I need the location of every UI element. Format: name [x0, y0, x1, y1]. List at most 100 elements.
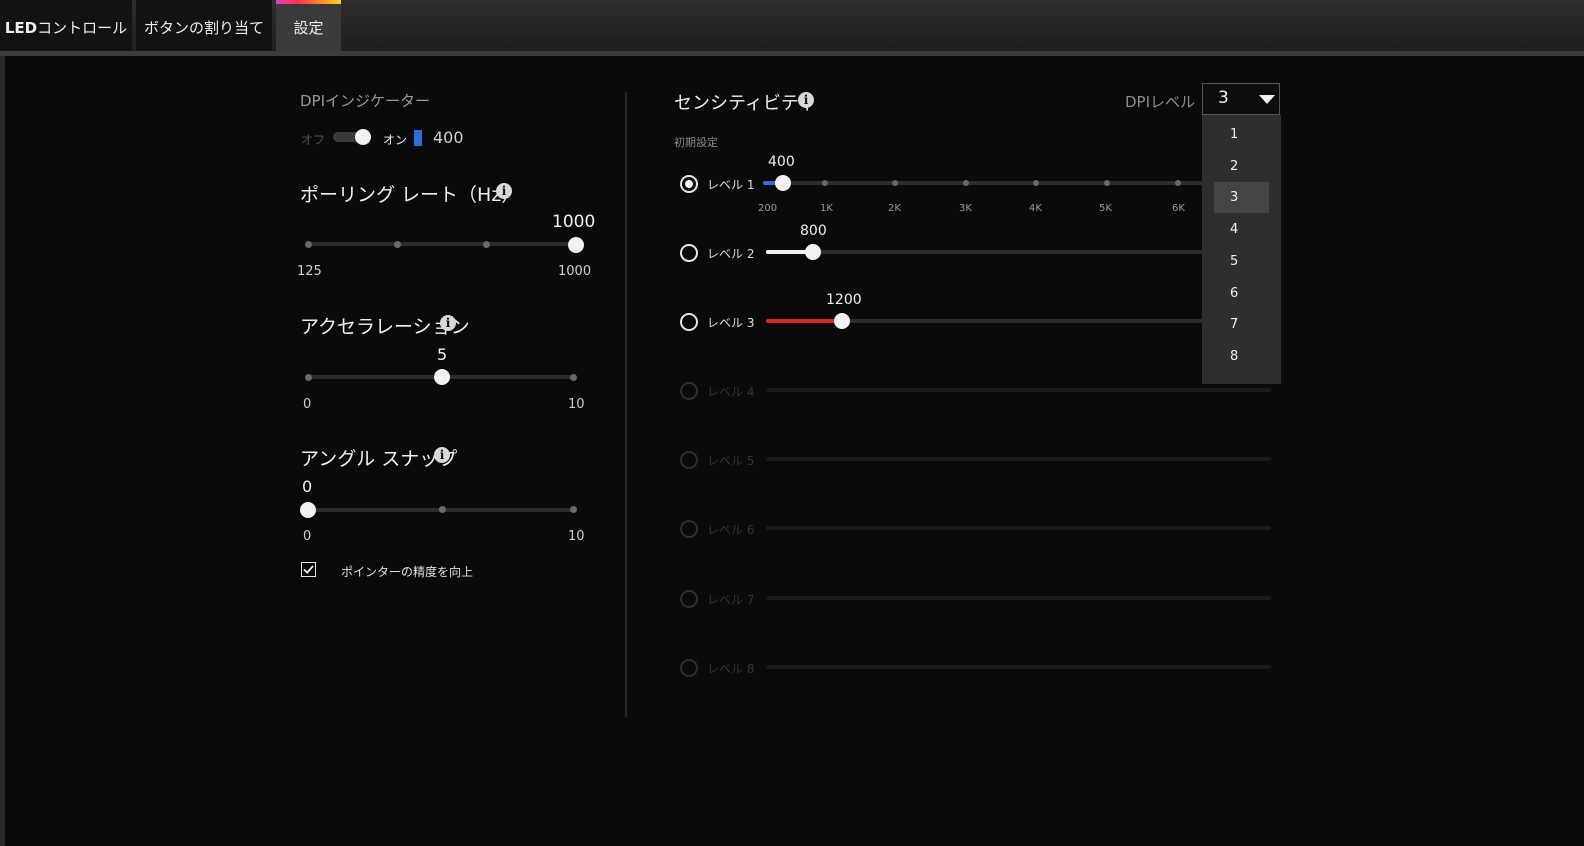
acceleration-min: 0	[303, 397, 312, 412]
dpi-indicator-title: DPIインジケーター	[300, 92, 431, 110]
polling-rate-stop	[394, 241, 401, 248]
level-3-value: 1200	[826, 292, 862, 308]
level-7-track	[766, 596, 1271, 600]
level-6-radio[interactable]	[680, 520, 698, 538]
dpi-level-selected-value: 3	[1218, 88, 1229, 108]
level-3-label: レベル 3	[707, 316, 755, 330]
level-7-radio[interactable]	[680, 590, 698, 608]
acceleration-info-icon[interactable]: i	[440, 315, 456, 331]
dpi-indicator-value: 400	[433, 128, 464, 147]
level-2-value: 800	[800, 223, 827, 239]
dpi-indicator-on-label: オン	[383, 133, 408, 147]
dpi-level-option-8[interactable]: 8	[1214, 341, 1269, 372]
tab-led-control[interactable]: LEDコントロール	[0, 0, 132, 52]
acceleration-max: 10	[568, 397, 585, 412]
level-4-radio[interactable]	[680, 382, 698, 400]
level-7-label: レベル 7	[707, 593, 755, 607]
sensitivity-info-icon[interactable]: i	[798, 92, 814, 108]
dpi-level-option-3[interactable]: 3	[1214, 182, 1269, 214]
angle-snap-value: 0	[302, 477, 313, 496]
tab-label: ボタンの割り当て	[143, 19, 264, 37]
level-3-fill	[766, 319, 842, 323]
acceleration-value: 5	[437, 345, 448, 364]
tab-settings[interactable]: 設定	[276, 0, 341, 52]
level-2-track[interactable]	[766, 250, 1271, 254]
angle-snap-max: 10	[568, 529, 585, 544]
angle-snap-slider-handle[interactable]	[300, 502, 316, 518]
level-8-radio[interactable]	[680, 659, 698, 677]
level-5-track	[766, 457, 1271, 461]
level-1-axis-tick: 4K	[1029, 203, 1042, 214]
level-1-stop	[822, 180, 828, 186]
level-3-slider-handle[interactable]	[834, 313, 850, 329]
tab-button-assignment[interactable]: ボタンの割り当て	[136, 0, 272, 52]
tab-underline	[0, 51, 1584, 56]
checkmark-icon	[303, 565, 314, 574]
level-2-radio[interactable]	[680, 244, 698, 262]
tab-label-bold: LED	[4, 19, 38, 37]
toggle-knob	[355, 129, 371, 145]
level-1-value: 400	[768, 154, 795, 170]
level-1-axis-tick: 5K	[1099, 203, 1112, 214]
dpi-level-select[interactable]: 3	[1202, 83, 1280, 115]
tab-label: 設定	[293, 19, 324, 37]
polling-rate-info-icon[interactable]: i	[496, 183, 512, 199]
acceleration-slider-handle[interactable]	[434, 369, 450, 385]
polling-rate-track[interactable]	[308, 242, 576, 246]
acceleration-stop	[570, 374, 577, 381]
dpi-level-option-6[interactable]: 6	[1214, 278, 1269, 309]
level-4-label: レベル 4	[707, 385, 755, 399]
dpi-level-option-5[interactable]: 5	[1214, 246, 1269, 277]
level-4-track	[766, 388, 1271, 392]
level-1-track[interactable]	[763, 181, 1271, 185]
acceleration-stop	[305, 374, 312, 381]
pointer-precision-checkbox[interactable]	[301, 562, 316, 577]
level-1-axis-tick: 1K	[820, 203, 833, 214]
level-1-stop	[1104, 180, 1110, 186]
polling-rate-max: 1000	[558, 264, 592, 279]
level-1-slider-handle[interactable]	[775, 175, 791, 191]
angle-snap-stop	[570, 506, 577, 513]
level-8-label: レベル 8	[707, 662, 755, 676]
level-5-label: レベル 5	[707, 454, 755, 468]
level-1-stop	[963, 180, 969, 186]
pointer-precision-label: ポインターの精度を向上	[341, 565, 474, 579]
level-1-stop	[1033, 180, 1039, 186]
dpi-level-option-1[interactable]: 1	[1214, 119, 1269, 150]
sensitivity-title: センシティビティ	[674, 93, 816, 114]
sensitivity-subtitle: 初期設定	[674, 136, 718, 149]
dpi-color-swatch	[414, 130, 422, 146]
tab-label: コントロール	[37, 19, 128, 37]
dpi-level-option-4[interactable]: 4	[1214, 214, 1269, 245]
caret-down-icon	[1259, 95, 1275, 104]
angle-snap-stop	[439, 506, 446, 513]
dpi-level-option-2[interactable]: 2	[1214, 151, 1269, 182]
level-1-label: レベル 1	[707, 178, 755, 192]
level-2-slider-handle[interactable]	[805, 244, 821, 260]
column-divider	[625, 92, 627, 717]
level-6-label: レベル 6	[707, 523, 755, 537]
level-1-radio[interactable]	[680, 175, 698, 193]
level-5-radio[interactable]	[680, 451, 698, 469]
level-1-axis-tick: 2K	[888, 203, 901, 214]
polling-rate-stop	[305, 241, 312, 248]
left-edge	[0, 56, 5, 846]
angle-snap-min: 0	[303, 529, 312, 544]
dpi-indicator-toggle[interactable]	[333, 129, 371, 145]
dpi-level-options: 12345678	[1202, 115, 1281, 384]
level-1-axis-tick: 200	[758, 203, 778, 214]
level-6-track	[766, 526, 1271, 530]
level-3-radio[interactable]	[680, 313, 698, 331]
polling-rate-slider-handle[interactable]	[568, 237, 584, 253]
polling-rate-title: ポーリング レート（Hz）	[300, 184, 521, 206]
angle-snap-info-icon[interactable]: i	[434, 447, 450, 463]
polling-rate-min: 125	[297, 264, 322, 279]
dpi-level-option-7[interactable]: 7	[1214, 309, 1269, 340]
polling-rate-stop	[483, 241, 490, 248]
level-2-label: レベル 2	[707, 247, 755, 261]
level-1-stop	[1175, 180, 1181, 186]
dpi-level-label: DPIレベル	[1125, 93, 1196, 111]
level-1-stop	[892, 180, 898, 186]
level-8-track	[766, 665, 1271, 669]
level-1-axis-tick: 3K	[959, 203, 972, 214]
